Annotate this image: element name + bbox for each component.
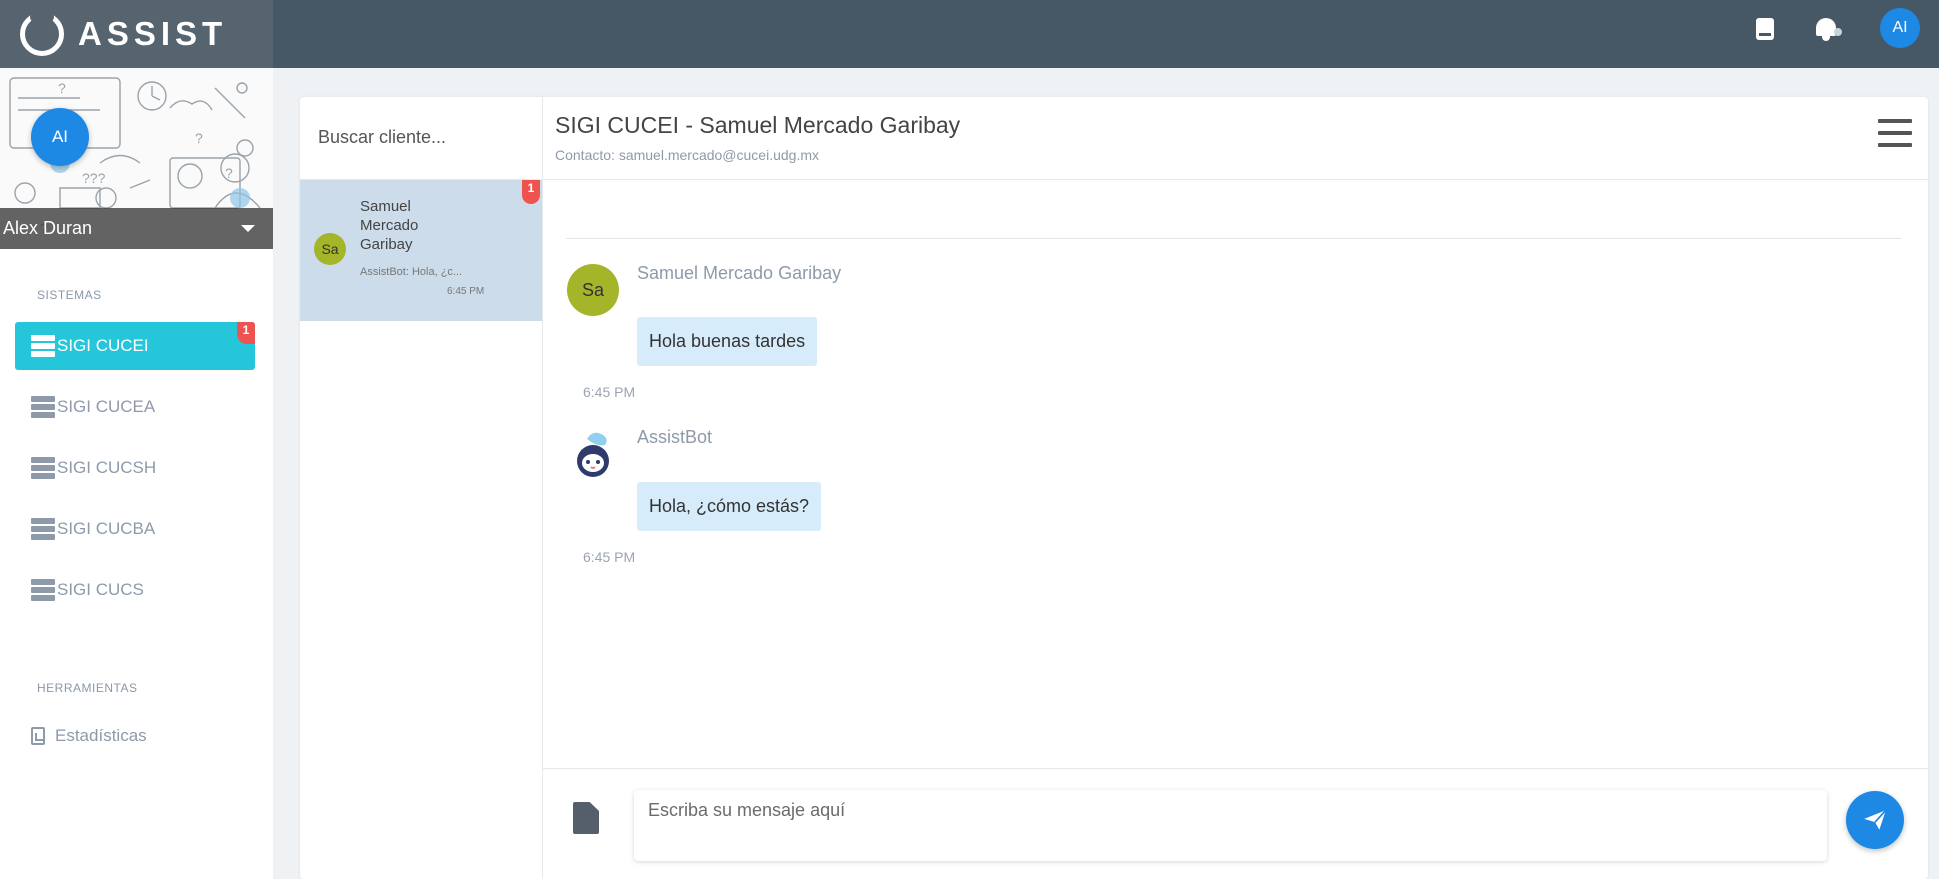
send-icon (1864, 809, 1887, 830)
section-title-sistemas: SISTEMAS (37, 288, 102, 302)
server-icon (31, 335, 55, 357)
chat-contact-email: Contacto: samuel.mercado@cucei.udg.mx (555, 147, 819, 163)
headset-logo-icon (20, 9, 64, 56)
brand-name: ASSIST (78, 15, 228, 52)
stats-report-icon (31, 727, 45, 745)
chat-header: SIGI CUCEI - Samuel Mercado Garibay Cont… (543, 97, 1928, 180)
unread-badge: 1 (237, 322, 255, 344)
message-time: 6:45 PM (583, 384, 636, 400)
message-sender: Samuel Mercado Garibay (637, 263, 842, 283)
contact-search-input[interactable]: Buscar cliente... (300, 97, 542, 180)
contact-list-item[interactable]: Sa Samuel Mercado Garibay AssistBot: Hol… (300, 180, 542, 321)
profile-name: Alex Duran (3, 218, 93, 238)
profile-avatar[interactable]: AI (31, 108, 89, 166)
book-icon[interactable] (1756, 18, 1774, 40)
sidebar-item-label: SIGI CUCSH (57, 458, 157, 477)
message-avatar: Sa (567, 264, 619, 316)
message-input[interactable] (634, 790, 1827, 861)
section-title-herramientas: HERRAMIENTAS (37, 681, 138, 695)
contact-avatar: Sa (314, 233, 346, 265)
profile-dropdown[interactable]: Alex Duran (0, 208, 273, 249)
assistbot-avatar-icon (567, 427, 619, 479)
brand[interactable]: ASSIST (0, 0, 273, 68)
contact-name: Samuel Mercado Garibay (360, 198, 419, 253)
server-icon (31, 518, 55, 540)
chat-panel: SIGI CUCEI - Samuel Mercado Garibay Cont… (543, 97, 1928, 879)
top-bar: ASSIST AI (0, 0, 1939, 68)
svg-text:?: ? (225, 165, 233, 181)
server-icon (31, 457, 55, 479)
attach-file-icon[interactable] (573, 802, 599, 834)
contact-time: 6:45 PM (447, 286, 485, 297)
server-icon (31, 396, 55, 418)
chat-card: Buscar cliente... Sa Samuel Mercado Gari… (300, 97, 1928, 879)
contact-last-message: AssistBot: Hola, ¿c... (360, 266, 463, 278)
message-time: 6:45 PM (583, 549, 636, 565)
send-button[interactable] (1846, 791, 1904, 849)
sidebar-item-sigi-cucea[interactable]: SIGI CUCEA (15, 383, 255, 431)
chat-divider (566, 238, 1901, 239)
sidebar-item-label: SIGI CUCEA (57, 397, 156, 416)
sidebar-item-label: SIGI CUCBA (57, 519, 156, 538)
unread-badge: 1 (522, 180, 540, 204)
svg-text:?: ? (195, 130, 203, 146)
sidebar-item-sigi-cucsh[interactable]: SIGI CUCSH (15, 444, 255, 492)
hamburger-menu-icon[interactable] (1878, 119, 1912, 147)
message-composer (543, 768, 1928, 879)
server-icon (31, 579, 55, 601)
message-sender: AssistBot (637, 427, 713, 447)
profile-panel: ? ??? ? ? ? AI Alex Duran (0, 68, 273, 249)
chat-title: SIGI CUCEI - Samuel Mercado Garibay (555, 112, 961, 138)
message-bubble: Hola buenas tardes (637, 317, 818, 366)
sidebar-item-label: SIGI CUCEI (57, 336, 149, 355)
sidebar-item-sigi-cucba[interactable]: SIGI CUCBA (15, 505, 255, 553)
caret-down-icon (241, 225, 255, 232)
sidebar: ? ??? ? ? ? AI Alex Duran SISTEMAS SIGI … (0, 68, 273, 879)
message-bubble: Hola, ¿cómo estás? (637, 482, 822, 531)
sidebar-item-sigi-cucei[interactable]: SIGI CUCEI 1 (15, 322, 255, 370)
sidebar-item-sigi-cucs[interactable]: SIGI CUCS (15, 566, 255, 614)
sidebar-item-label: SIGI CUCS (57, 580, 144, 599)
notification-indicator (1834, 28, 1842, 36)
svg-text:???: ??? (82, 170, 106, 186)
svg-text:?: ? (58, 80, 66, 96)
contacts-panel: Buscar cliente... Sa Samuel Mercado Gari… (300, 97, 543, 879)
user-avatar[interactable]: AI (1880, 8, 1920, 48)
sidebar-item-estadisticas[interactable]: Estadísticas (15, 712, 255, 760)
sidebar-item-label: Estadísticas (55, 726, 147, 745)
